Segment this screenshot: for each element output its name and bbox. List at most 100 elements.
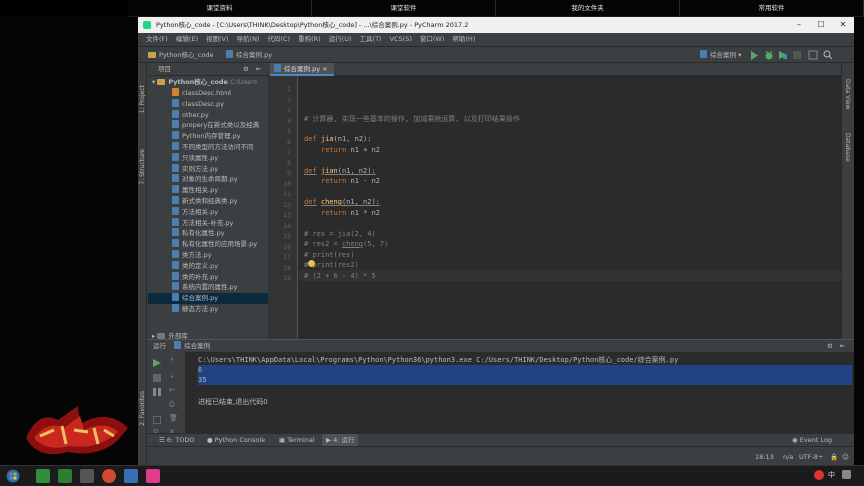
taskbar-app-icon[interactable] [58, 469, 72, 483]
close-window-button[interactable]: ✕ [832, 17, 854, 33]
python-file-icon [172, 185, 179, 194]
minimize-button[interactable]: – [788, 17, 810, 33]
lock-icon[interactable]: 🔒 [830, 453, 838, 461]
menu-code[interactable]: 代码(C) [267, 33, 290, 46]
tree-file-item[interactable]: 系统内置的属性.py [148, 282, 268, 293]
maximize-button[interactable]: ☐ [810, 17, 832, 33]
tree-file-item[interactable]: classDesc.py [148, 98, 268, 110]
overlay-item-my-folder[interactable]: 我的文件夹 [496, 0, 680, 16]
caret-position[interactable]: 18:13 [755, 453, 774, 461]
coverage-icon[interactable] [778, 50, 788, 60]
scroll-down-icon[interactable]: ⇣ [169, 372, 175, 380]
debug-icon[interactable] [764, 50, 774, 60]
search-icon[interactable] [823, 50, 833, 60]
project-tool-tab[interactable]: 1: Project [139, 85, 146, 113]
tree-file-item[interactable]: 新式类和经典类.py [148, 196, 268, 207]
print-icon[interactable]: ⎙ [169, 400, 175, 409]
run-config-selector[interactable]: 综合案例 ▾ [700, 47, 741, 63]
editor-tab-active[interactable]: 综合案例.py × [270, 63, 334, 76]
inspector-icon[interactable]: ☺ [842, 453, 849, 461]
tree-file-item[interactable]: classDesc.html [148, 88, 268, 99]
menu-file[interactable]: 文件(F) [146, 33, 168, 46]
line-separator[interactable]: n/a [783, 453, 793, 461]
tree-file-item[interactable]: other.py [148, 109, 268, 121]
python-file-icon [172, 131, 179, 140]
chrome-icon[interactable] [102, 469, 116, 483]
overlay-item-course-software[interactable]: 课堂软件 [312, 0, 496, 16]
lightbulb-icon[interactable] [308, 260, 315, 267]
menu-tools[interactable]: 工具(T) [360, 33, 382, 46]
taskbar-app-icon[interactable] [80, 469, 94, 483]
breadcrumb-file[interactable]: 综合案例.py [226, 47, 272, 63]
menu-run[interactable]: 运行(U) [329, 33, 352, 46]
file-encoding[interactable]: UTF-8÷ [799, 453, 823, 461]
tree-file-item[interactable]: 属性相关.py [148, 185, 268, 196]
tree-file-item[interactable]: 静态方法.py [148, 304, 268, 315]
menu-window[interactable]: 窗口(W) [420, 33, 445, 46]
run-toolbar: ⇡ ⇣ ↩ ⎙ 🗑 ⚲ ✕ [147, 352, 185, 436]
tree-file-item[interactable]: 对象的生命周期.py [148, 174, 268, 185]
line-number: 11 [283, 190, 291, 198]
data-view-tool-tab[interactable]: Data View [844, 79, 851, 109]
hide-panel-icon[interactable]: ⇤ [840, 340, 845, 352]
overlay-item-common-software[interactable]: 常用软件 [680, 0, 864, 16]
tree-file-item[interactable]: 只读属性.py [148, 152, 268, 164]
favorites-tool-tab[interactable]: 2: Favorites [139, 391, 146, 426]
menu-edit[interactable]: 编辑(E) [176, 33, 198, 46]
tree-file-item[interactable]: 私有化属性.py [148, 228, 268, 239]
menu-vcs[interactable]: VCS(S) [390, 33, 412, 46]
menu-view[interactable]: 视图(V) [206, 33, 229, 46]
breadcrumb-project[interactable]: Python核心_code [148, 47, 213, 63]
tree-file-item[interactable]: 类的定义.py [148, 260, 268, 272]
tree-file-item[interactable]: 类的补充.py [148, 271, 268, 283]
python-file-icon [172, 293, 179, 302]
line-number: 1 [287, 85, 291, 93]
structure-tool-tab[interactable]: 7: Structure [139, 149, 146, 185]
tree-file-item[interactable]: 综合案例.py [148, 293, 268, 304]
menu-refactor[interactable]: 重构(R) [298, 33, 321, 46]
tree-file-item[interactable]: 实例方法.py [148, 163, 268, 175]
hide-panel-icon[interactable]: ⇤ [256, 63, 261, 76]
tree-file-item[interactable]: 方法相关.py [148, 206, 268, 218]
folder-icon [157, 79, 166, 85]
tree-file-item[interactable]: 类方法.py [148, 250, 268, 261]
project-view-selector[interactable]: 项目 [158, 65, 171, 73]
close-tab-icon[interactable]: × [322, 65, 327, 73]
tray-app-icon[interactable] [814, 470, 824, 480]
line-number: 9 [287, 169, 291, 177]
taskbar-app-icon[interactable] [124, 469, 138, 483]
run-icon[interactable] [750, 51, 759, 60]
pause-icon[interactable] [153, 388, 161, 396]
python-file-icon [172, 206, 179, 215]
database-tool-tab[interactable]: Database [844, 133, 851, 162]
vcs-icon[interactable] [808, 50, 818, 60]
tree-file-item[interactable]: 不同类型的方法访问不同 [148, 142, 268, 153]
tree-root[interactable]: ▾ Python核心_code C:\Users [148, 77, 268, 88]
python-file-icon [172, 196, 179, 204]
gear-icon[interactable]: ⚙ [827, 340, 833, 352]
run-tab-config[interactable]: 综合案例 [184, 342, 210, 350]
rerun-icon[interactable] [153, 359, 161, 367]
tray-icon[interactable] [842, 470, 851, 479]
input-method-indicator[interactable]: 中 [828, 470, 835, 480]
python-file-icon [172, 260, 179, 269]
tree-file-item[interactable]: 方法相关-补充.py [148, 217, 268, 229]
line-number: 4 [287, 116, 291, 125]
soft-wrap-icon[interactable]: ↩ [169, 386, 175, 394]
gear-icon[interactable]: ⚙ [243, 63, 249, 76]
tree-file-item[interactable]: Python内存管理.py [148, 131, 268, 142]
taskbar-app-icon[interactable] [146, 469, 160, 483]
python-file-icon [226, 50, 233, 58]
overlay-item-course-materials[interactable]: 课堂资料 [128, 0, 312, 16]
menu-help[interactable]: 帮助(H) [452, 33, 475, 46]
menu-navigate[interactable]: 导航(N) [237, 33, 260, 46]
taskbar-app-icon[interactable] [36, 469, 50, 483]
stop-icon[interactable] [153, 374, 161, 382]
layout-icon[interactable] [153, 416, 161, 424]
tree-file-item[interactable]: 私有化属性的应用场景.py [148, 239, 268, 250]
tree-file-item[interactable]: propery在新式类以及经典 [148, 120, 268, 131]
stop-icon[interactable] [793, 51, 801, 59]
clear-icon[interactable]: 🗑 [169, 414, 178, 422]
scroll-up-icon[interactable]: ⇡ [169, 357, 175, 365]
windows-start-icon[interactable] [6, 469, 20, 483]
